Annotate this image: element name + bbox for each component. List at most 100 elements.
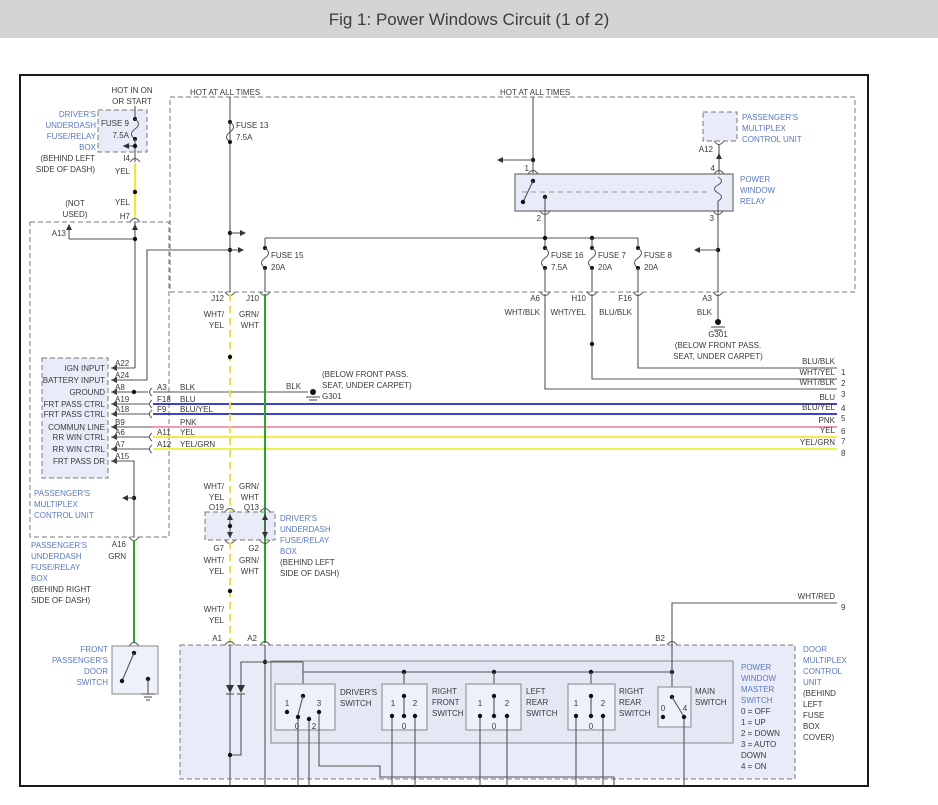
row-frt-pass-ctrl-1: FRT PASS CTRL xyxy=(44,400,106,409)
wiring-diagram-page: Fig 1: Power Windows Circuit (1 of 2) HO… xyxy=(0,0,938,805)
legend-3-auto: 3 = AUTO xyxy=(741,740,776,749)
puf-name-2: UNDERDASH xyxy=(31,552,82,561)
q13-wire-1: GRN/ xyxy=(239,482,260,491)
conn-a11-wire: YEL xyxy=(180,428,196,437)
pin-a1: A1 xyxy=(212,634,222,643)
duf-top-name-3: FUSE/RELAY xyxy=(47,132,97,141)
wire-yel-1: YEL xyxy=(115,167,131,176)
main-pos-0: 0 xyxy=(661,704,666,713)
title-bar: Fig 1: Power Windows Circuit (1 of 2) xyxy=(0,0,938,38)
pin-b9: B9 xyxy=(115,418,125,427)
rr-label-3: SWITCH xyxy=(619,709,651,718)
pmcu-top-3: CONTROL UNIT xyxy=(742,135,802,144)
pin-j10: J10 xyxy=(246,294,259,303)
wire1-label: BLU/BLK xyxy=(802,357,836,366)
not-used-1: (NOT xyxy=(65,199,85,208)
pin-h10: H10 xyxy=(571,294,586,303)
rf-label-3: SWITCH xyxy=(432,709,464,718)
pmcu-left-name-3: CONTROL UNIT xyxy=(34,511,94,520)
rr-label-2: REAR xyxy=(619,698,641,707)
g301-right-loc-1: (BELOW FRONT PASS. xyxy=(675,341,761,350)
pin-a22: A22 xyxy=(115,359,130,368)
pmcu-top-2: MULTIPLEX xyxy=(742,124,787,133)
conn-f18: F18 xyxy=(157,395,171,404)
dmcu-loc-5: COVER) xyxy=(803,733,834,742)
duf-top-name-1: DRIVER'S xyxy=(59,110,96,119)
wire9-num: 9 xyxy=(841,603,846,612)
duf-top-name-4: BOX xyxy=(79,143,97,152)
duf-top-loc-2: SIDE OF DASH) xyxy=(36,165,95,174)
duf-mid-name-4: BOX xyxy=(280,547,298,556)
rf-pos-0: 0 xyxy=(402,722,407,731)
a3-wire: BLK xyxy=(697,308,713,317)
puf-loc-1: (BEHIND RIGHT xyxy=(31,585,91,594)
pin-a18: A18 xyxy=(115,405,130,414)
pin-a19: A19 xyxy=(115,395,130,404)
pin-g7: G7 xyxy=(213,544,224,553)
rf-pos-1: 1 xyxy=(391,699,396,708)
main-pos-4: 4 xyxy=(683,704,688,713)
passenger-multiplex-unit-top-box xyxy=(703,112,737,141)
h10-wire: WHT/YEL xyxy=(550,308,586,317)
fuse13-rating: 7.5A xyxy=(236,133,253,142)
wire7-num: 7 xyxy=(841,437,846,446)
pin-a12: A12 xyxy=(699,145,714,154)
page-title: Fig 1: Power Windows Circuit (1 of 2) xyxy=(329,10,610,29)
pin-i4: I4 xyxy=(123,154,130,163)
wire5-label: BLU/YEL xyxy=(802,403,835,412)
pin-a16: A16 xyxy=(112,540,127,549)
fuse7-name: FUSE 7 xyxy=(598,251,627,260)
power-windows-circuit-diagram: Fig 1: Power Windows Circuit (1 of 2) HO… xyxy=(0,0,938,805)
wire-yel-2: YEL xyxy=(115,198,131,207)
puf-name-1: PASSENGER'S xyxy=(31,541,87,550)
legend-1-up: 1 = UP xyxy=(741,718,766,727)
lr-pos-1: 1 xyxy=(478,699,483,708)
conn-b9-wire: PNK xyxy=(180,418,197,427)
a1-wire-2: YEL xyxy=(209,616,225,625)
fuse16-rating: 7.5A xyxy=(551,263,568,272)
pin-a3-conn: A3 xyxy=(702,294,712,303)
dmcu-3: CONTROL xyxy=(803,667,843,676)
conn-a3: A3 xyxy=(157,383,167,392)
rf-pos-2: 2 xyxy=(413,699,418,708)
row-ground: GROUND xyxy=(69,388,105,397)
ground-g301-right: G301 xyxy=(708,330,728,339)
fuse9-name: FUSE 9 xyxy=(101,119,130,128)
relay-pin1: 1 xyxy=(525,164,530,173)
pin-a2: A2 xyxy=(247,634,257,643)
conn-f18-wire: BLU xyxy=(180,395,196,404)
dmcu-loc-1: (BEHIND xyxy=(803,689,836,698)
door-switch-label-4: SWITCH xyxy=(76,678,108,687)
dmcu-2: MULTIPLEX xyxy=(803,656,848,665)
pmcu-left-name-1: PASSENGER'S xyxy=(34,489,90,498)
g7-wire-1: WHT/ xyxy=(204,556,225,565)
wire3-num: 3 xyxy=(841,390,846,399)
wire4-label: BLU xyxy=(819,393,835,402)
relay-label-1: POWER xyxy=(740,175,770,184)
pmcu-top-1: PASSENGER'S xyxy=(742,113,798,122)
o19-wire-1: WHT/ xyxy=(204,482,225,491)
duf-mid-name-3: FUSE/RELAY xyxy=(280,536,330,545)
master-label-2: WINDOW xyxy=(741,674,777,683)
drv-pos-3: 3 xyxy=(317,699,322,708)
master-label-3: MASTER xyxy=(741,685,775,694)
main-label-2: SWITCH xyxy=(695,698,727,707)
lr-label-2: REAR xyxy=(526,698,548,707)
g7-wire-2: YEL xyxy=(209,567,225,576)
j12-wire-1: WHT/ xyxy=(204,310,225,319)
hot-in-on-label: HOT IN ON xyxy=(111,86,152,95)
dmcu-loc-4: BOX xyxy=(803,722,821,731)
wire8-label: YEL/GRN xyxy=(800,438,835,447)
wire1-num: 1 xyxy=(841,368,846,377)
pin-j12: J12 xyxy=(211,294,224,303)
legend-0-off: 0 = OFF xyxy=(741,707,771,716)
wire3-label: WHT/BLK xyxy=(799,378,835,387)
pin-a6-row: A6 xyxy=(115,428,125,437)
puf-name-4: BOX xyxy=(31,574,49,583)
wire2-label: WHT/YEL xyxy=(799,368,835,377)
ground-mid-wire: BLK xyxy=(286,382,302,391)
pin-a7: A7 xyxy=(115,440,125,449)
drv-label-2: SWITCH xyxy=(340,699,372,708)
pin-a15: A15 xyxy=(115,452,130,461)
conn-a12: A12 xyxy=(157,440,172,449)
